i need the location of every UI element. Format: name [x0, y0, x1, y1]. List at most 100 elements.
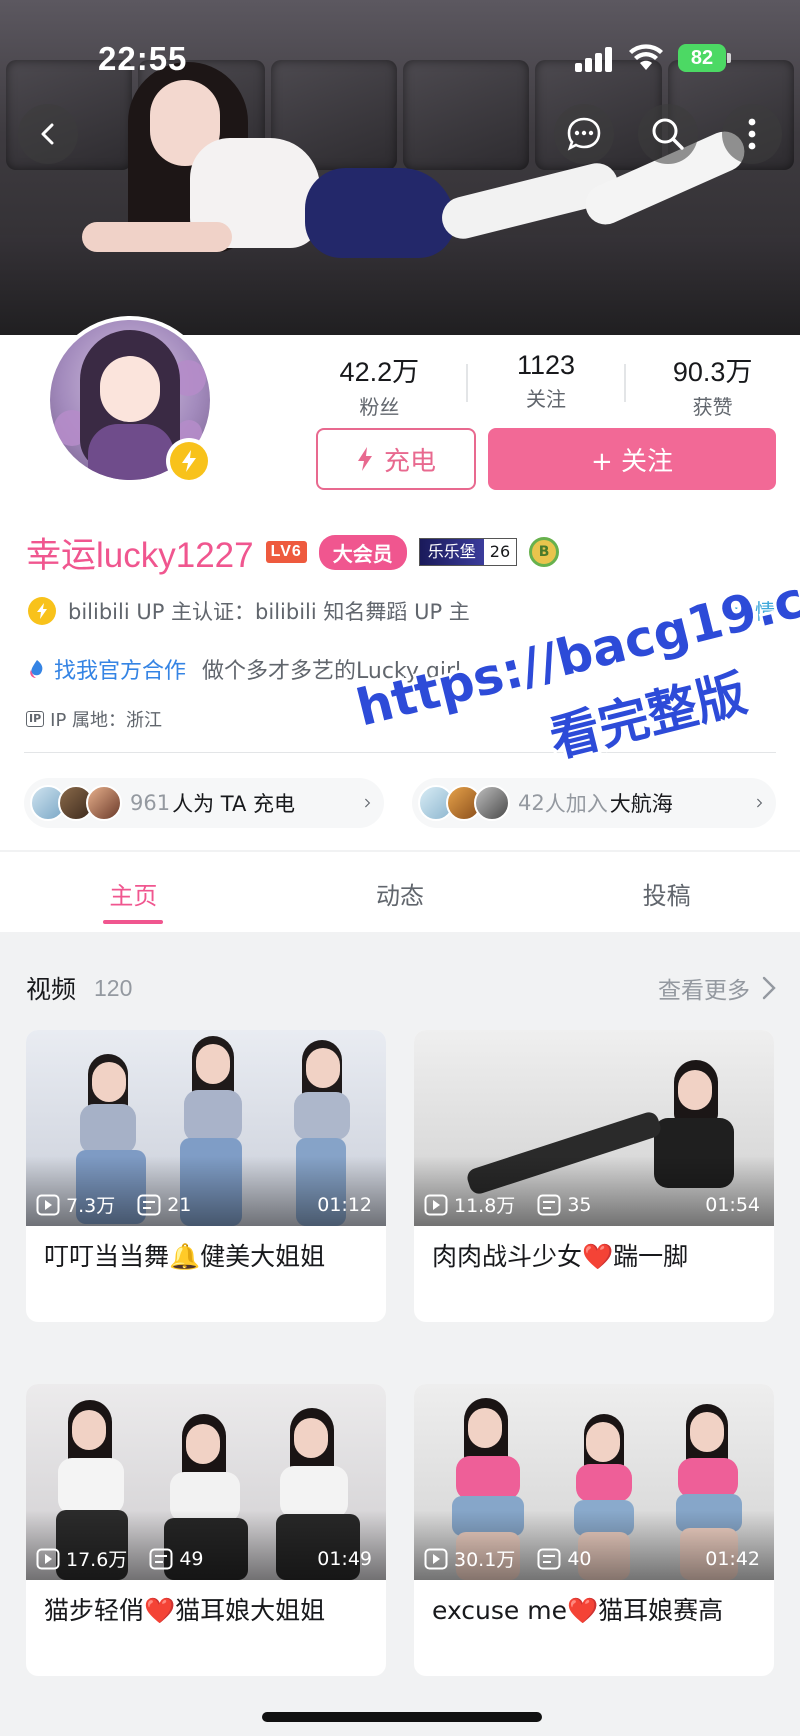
stat-divider [466, 364, 468, 402]
profile-page: 22:55 82 42.2万 粉丝 1123 关注 90.3万 获赞 充电 + … [0, 0, 800, 1736]
chevron-right-icon [365, 798, 371, 808]
message-button[interactable] [554, 104, 614, 164]
divider [24, 752, 776, 753]
danmaku-count: 35 [567, 1193, 592, 1216]
certification-icon [28, 597, 56, 625]
stat-value: 90.3万 [672, 357, 753, 387]
certification-detail-link[interactable]: 详情 [734, 596, 776, 626]
ip-location-row: IP IP 属地：浙江 [26, 706, 162, 732]
video-card[interactable]: 17.6万 49 01:49 猫步轻俏❤️猫耳娘大姐姐 [26, 1384, 386, 1676]
video-thumbnail: 30.1万 40 01:42 [414, 1384, 774, 1580]
danmaku-icon [537, 1548, 561, 1569]
tab-uploads[interactable]: 投稿 [533, 852, 800, 932]
tab-home[interactable]: 主页 [0, 852, 267, 932]
guard-members-pill[interactable]: 42 人加入 大航海 [412, 778, 776, 828]
charge-supporters-pill[interactable]: 961 人为 TA 充电 [24, 778, 384, 828]
ip-tag-icon: IP [26, 711, 45, 727]
view-count: 30.1万 [454, 1549, 516, 1571]
video-thumbnail: 11.8万 35 01:54 [414, 1030, 774, 1226]
search-button[interactable] [638, 104, 698, 164]
level-badge: LV6 [265, 541, 307, 563]
guard-text: 人加入 [544, 792, 608, 816]
play-count-icon [424, 1548, 448, 1569]
video-card[interactable]: 30.1万 40 01:42 excuse me❤️猫耳娘赛高 [414, 1384, 774, 1676]
achievement-medal-icon[interactable]: B [529, 537, 560, 567]
charge-count: 961 [130, 791, 171, 815]
video-title: 肉肉战斗少女❤️踹一脚 [432, 1242, 689, 1271]
stat-label: 获赞 [692, 395, 733, 419]
video-thumbnail: 7.3万 21 01:12 [26, 1030, 386, 1226]
video-duration: 01:42 [705, 1547, 760, 1570]
charge-button-label: 充电 [383, 446, 436, 477]
fan-medal-name: 乐乐堡 [419, 539, 484, 565]
video-card[interactable]: 11.8万 35 01:54 肉肉战斗少女❤️踹一脚 [414, 1030, 774, 1322]
lightning-icon [182, 450, 196, 472]
stat-label: 粉丝 [359, 395, 400, 419]
danmaku-icon [137, 1194, 161, 1215]
fan-medal-badge[interactable]: 乐乐堡 26 [418, 538, 518, 566]
follow-button-label: + 关注 [590, 446, 674, 477]
watermark-url: https://bacg19.com [350, 549, 800, 738]
banner-figure-arm [82, 222, 232, 252]
profile-stats: 42.2万 粉丝 1123 关注 90.3万 获赞 [296, 350, 796, 420]
video-thumbnail: 17.6万 49 01:49 [26, 1384, 386, 1580]
chevron-right-icon [762, 976, 776, 1000]
danmaku-count: 21 [167, 1193, 192, 1216]
video-duration: 01:49 [317, 1547, 372, 1570]
bio-text: 做个多才多艺的Lucky girl [202, 659, 462, 684]
danmaku-icon [149, 1548, 173, 1569]
view-more-link[interactable]: 查看更多 [658, 971, 776, 1005]
search-icon [652, 118, 684, 150]
username: 幸运lucky1227 [26, 535, 254, 575]
video-stats: 7.3万 21 01:12 [36, 1191, 372, 1218]
view-more-label: 查看更多 [658, 978, 750, 1004]
status-time: 22:55 [98, 40, 188, 77]
fan-medal-level: 26 [483, 539, 517, 565]
certification-row: bilibili UP 主认证：bilibili 知名舞蹈 UP 主 详情 [28, 594, 778, 628]
stat-followers[interactable]: 42.2万 粉丝 [296, 350, 463, 420]
cooperation-link[interactable]: 找我官方合作 [54, 653, 186, 685]
battery-icon: 82 [678, 44, 726, 72]
stat-following[interactable]: 1123 关注 [463, 350, 630, 420]
vip-badge[interactable]: 大会员 [318, 534, 407, 570]
video-card[interactable]: 7.3万 21 01:12 叮叮当当舞🔔健美大姐姐 [26, 1030, 386, 1322]
danmaku-count: 49 [179, 1547, 204, 1570]
video-duration: 01:12 [317, 1193, 372, 1216]
video-stats: 11.8万 35 01:54 [424, 1191, 760, 1218]
certification-text: bilibili UP 主认证：bilibili 知名舞蹈 UP 主 [68, 600, 470, 624]
stat-likes[interactable]: 90.3万 获赞 [629, 350, 796, 420]
view-count: 7.3万 [66, 1195, 116, 1217]
video-title: 猫步轻俏❤️猫耳娘大姐姐 [44, 1596, 326, 1625]
video-title: 叮叮当当舞🔔健美大姐姐 [44, 1242, 326, 1271]
status-bar: 22:55 82 [0, 0, 800, 110]
username-row: 幸运lucky1227 LV6 大会员 乐乐堡 26 B [26, 530, 560, 575]
more-options-button[interactable] [722, 104, 782, 164]
video-stats: 30.1万 40 01:42 [424, 1545, 760, 1572]
battery-tip [727, 53, 731, 63]
videos-section-header: 视频 120 查看更多 [26, 968, 776, 1008]
video-title: excuse me❤️猫耳娘赛高 [432, 1596, 724, 1625]
tab-dynamics[interactable]: 动态 [267, 852, 534, 932]
play-count-icon [36, 1194, 60, 1215]
back-button[interactable] [18, 104, 78, 164]
charge-button[interactable]: 充电 [316, 428, 476, 490]
avatar [86, 785, 122, 821]
play-count-icon [424, 1194, 448, 1215]
watermark-text: 看完整版 [544, 664, 753, 769]
wifi-icon [629, 44, 663, 70]
charge-badge [166, 438, 212, 484]
play-count-icon [36, 1548, 60, 1569]
stat-value: 1123 [516, 350, 576, 380]
video-duration: 01:54 [705, 1193, 760, 1216]
profile-tabs: 主页 动态 投稿 [0, 852, 800, 932]
danmaku-count: 40 [567, 1547, 592, 1570]
stat-value: 42.2万 [339, 357, 420, 387]
tab-label: 投稿 [642, 882, 691, 910]
cooperation-icon [30, 660, 43, 678]
follow-button[interactable]: + 关注 [488, 428, 776, 490]
banner-figure-shorts [305, 168, 455, 258]
bio-row: 找我官方合作 做个多才多艺的Lucky girl [26, 652, 461, 686]
view-count: 11.8万 [454, 1195, 516, 1217]
guard-suffix: 大航海 [609, 792, 673, 816]
danmaku-icon [537, 1194, 561, 1215]
